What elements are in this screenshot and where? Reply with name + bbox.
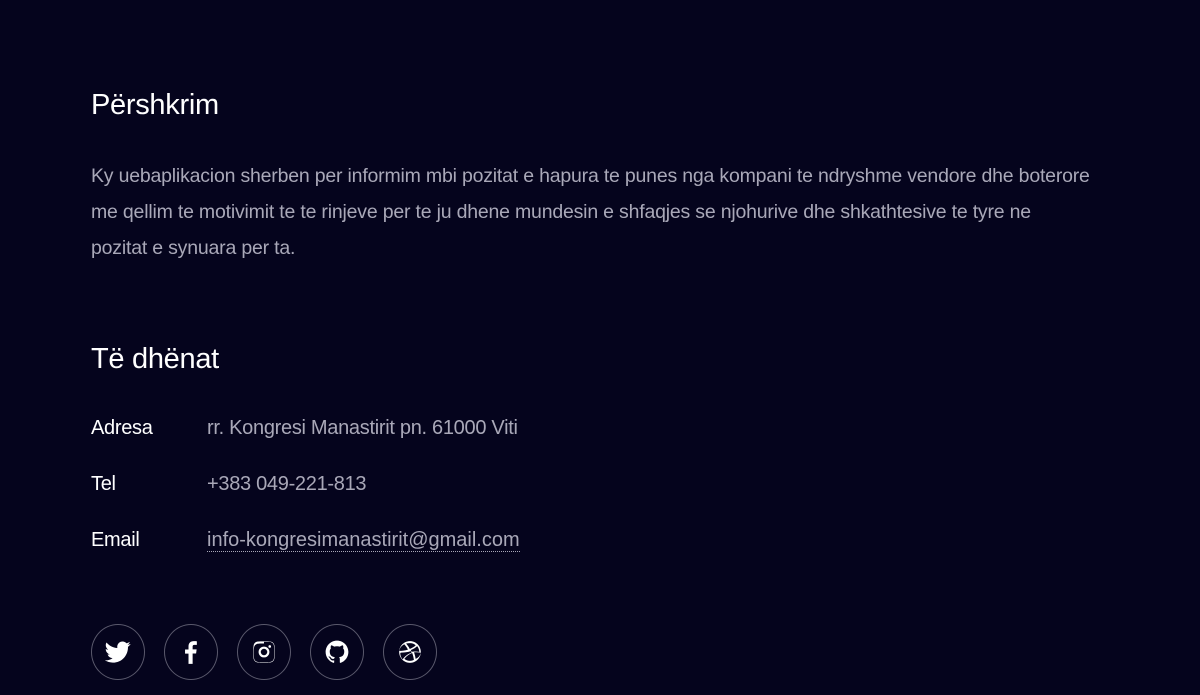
address-value: rr. Kongresi Manastirit pn. 61000 Viti (207, 416, 518, 439)
dribbble-icon (399, 641, 421, 663)
dribbble-button[interactable] (383, 624, 437, 680)
twitter-button[interactable] (91, 624, 145, 680)
facebook-button[interactable] (164, 624, 218, 680)
instagram-icon (253, 641, 275, 663)
description-text: Ky uebaplikacion sherben per informim mb… (91, 165, 1090, 259)
tel-label: Tel (91, 472, 116, 495)
social-links (91, 624, 437, 680)
tel-value: +383 049-221-813 (207, 472, 367, 495)
twitter-icon (105, 641, 131, 663)
github-button[interactable] (310, 624, 364, 680)
github-icon (325, 640, 349, 663)
description-title: Përshkrim (91, 89, 219, 121)
contact-info-title: Të dhënat (91, 343, 219, 375)
facebook-icon (185, 641, 197, 664)
instagram-button[interactable] (237, 624, 291, 680)
address-label: Adresa (91, 416, 153, 439)
footer-section: Përshkrim Ky uebaplikacion sherben per i… (0, 0, 1200, 695)
email-label: Email (91, 528, 140, 551)
address-row: Adresa rr. Kongresi Manastirit pn. 61000… (91, 413, 518, 443)
email-link[interactable]: info-kongresimanastirit@gmail.com (207, 529, 520, 552)
email-row: Email info-kongresimanastirit@gmail.com (91, 525, 520, 555)
tel-row: Tel +383 049-221-813 (91, 469, 367, 499)
